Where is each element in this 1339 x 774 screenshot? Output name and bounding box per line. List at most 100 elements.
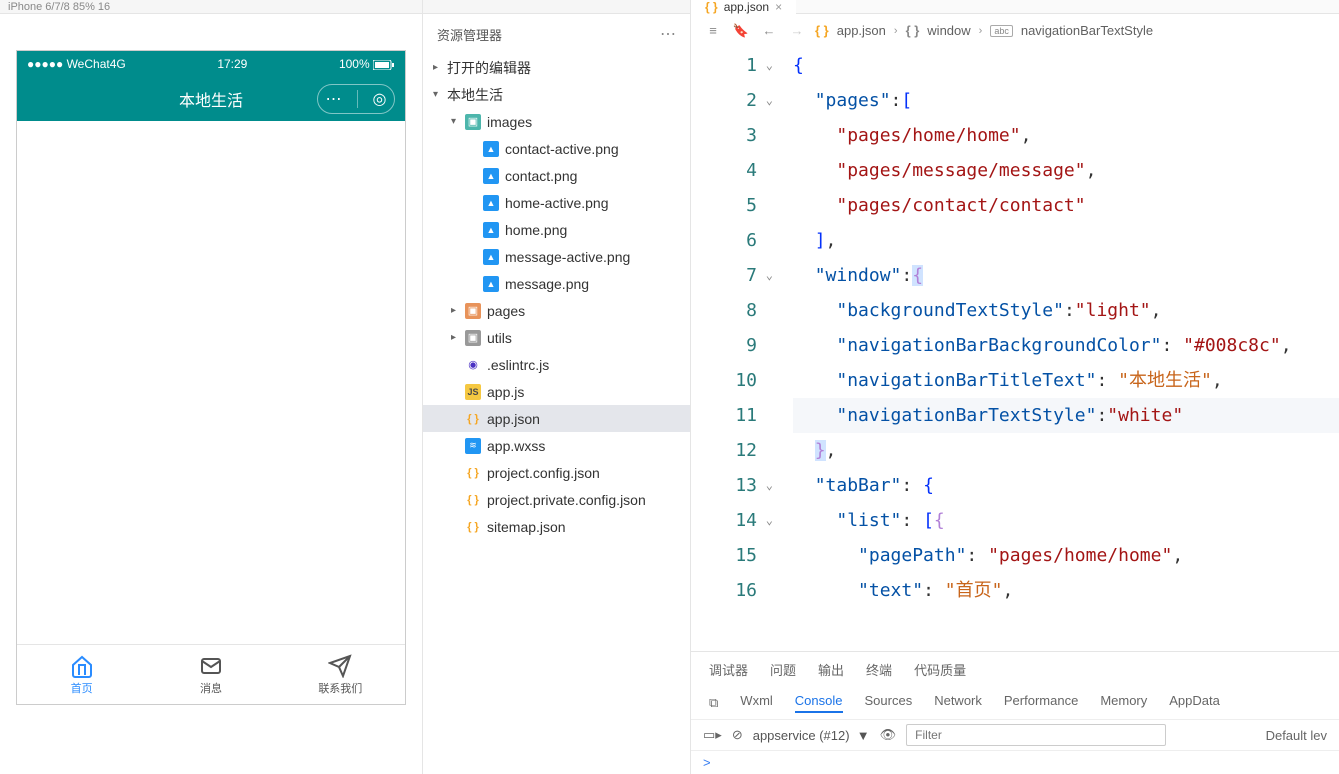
level-select[interactable]: Default lev (1266, 728, 1327, 743)
file-message.png[interactable]: ▲message.png (423, 270, 690, 297)
file-contact.png[interactable]: ▲contact.png (423, 162, 690, 189)
forward-icon[interactable]: → (787, 23, 807, 38)
device-selector[interactable]: iPhone 6/7/8 85% 16 (8, 1, 110, 13)
folder-icon: ▣ (465, 114, 481, 130)
editor-tab-appjson[interactable]: { } app.json × (691, 0, 796, 14)
tab-消息[interactable]: 消息 (146, 645, 275, 704)
file-contact-active.png[interactable]: ▲contact-active.png (423, 135, 690, 162)
phone-navbar: 本地生活 ⋯ ◎ (17, 77, 405, 121)
dt-sub-Network[interactable]: Network (934, 693, 982, 713)
project-root[interactable]: ▾本地生活 (423, 81, 690, 108)
dt-sub-Sources[interactable]: Sources (865, 693, 913, 713)
dt-tab-终端[interactable]: 终端 (866, 660, 892, 679)
tab-首页[interactable]: 首页 (17, 645, 146, 704)
devtools-tabs-sub: ⧉ Wxml Console Sources Network Performance Me… (691, 687, 1339, 719)
image-icon: ▲ (483, 195, 499, 211)
dt-sub-Performance[interactable]: Performance (1004, 693, 1078, 713)
dt-tab-代码质量[interactable]: 代码质量 (914, 660, 966, 679)
time-label: 17:29 (217, 57, 247, 71)
crumb-file[interactable]: app.json (837, 23, 886, 38)
list-icon[interactable]: ≡ (703, 23, 723, 38)
dock-icon[interactable]: ⧉ (709, 695, 718, 711)
image-icon: ▲ (483, 168, 499, 184)
close-tab-icon[interactable]: × (775, 0, 782, 14)
dt-tab-输出[interactable]: 输出 (818, 660, 844, 679)
fold-icon[interactable]: ⌄ (766, 48, 773, 83)
json-icon: { } (465, 519, 481, 535)
file-.eslintrc.js[interactable]: ◉.eslintrc.js (423, 351, 690, 378)
folder-icon: ▣ (465, 303, 481, 319)
console-prompt[interactable]: > (691, 751, 1339, 774)
tab-label: app.json (724, 0, 769, 14)
image-icon: ▲ (483, 249, 499, 265)
code-area[interactable]: 1⌄2⌄34567⌄8910111213⌄14⌄1516 { "pages":[… (691, 48, 1339, 651)
editor-panel: { } app.json × ≡ 🔖 ← → { } app.json › { … (691, 0, 1339, 774)
devtools-tabs-top: 调试器 问题 输出 终端 代码质量 (691, 652, 1339, 687)
js-icon: JS (465, 384, 481, 400)
play-icon[interactable]: ▭▸ (703, 727, 722, 743)
capsule-button[interactable]: ⋯ ◎ (317, 84, 395, 114)
crumb-prop[interactable]: navigationBarTextStyle (1021, 23, 1153, 38)
json-icon: { } (815, 23, 829, 38)
file-sitemap.json[interactable]: { }sitemap.json (423, 513, 690, 540)
crumb-window[interactable]: window (927, 23, 970, 38)
phone-tabbar: 首页消息联系我们 (17, 644, 405, 704)
image-icon: ▲ (483, 222, 499, 238)
file-app.json[interactable]: { }app.json (423, 405, 690, 432)
file-app.wxss[interactable]: ≋app.wxss (423, 432, 690, 459)
file-app.js[interactable]: JSapp.js (423, 378, 690, 405)
bookmark-icon[interactable]: 🔖 (731, 23, 751, 39)
json-icon: { } (465, 492, 481, 508)
explorer-more-icon[interactable]: ⋯ (660, 24, 676, 44)
capsule-close-icon[interactable]: ◎ (373, 89, 387, 109)
capsule-menu-icon[interactable]: ⋯ (326, 89, 342, 109)
console-toolbar: ▭▸ ⊘ appservice (#12) ▼ 👁 Default lev (691, 719, 1339, 751)
brace-icon: { } (906, 23, 920, 38)
back-icon[interactable]: ← (759, 23, 779, 38)
filter-input[interactable] (906, 724, 1166, 746)
folder-images[interactable]: ▾▣images (423, 108, 690, 135)
folder-utils[interactable]: ▸▣utils (423, 324, 690, 351)
capsule-divider (357, 90, 358, 108)
file-project.private.config.json[interactable]: { }project.private.config.json (423, 486, 690, 513)
json-icon: { } (705, 0, 718, 14)
dt-sub-Wxml[interactable]: Wxml (740, 693, 773, 713)
file-message-active.png[interactable]: ▲message-active.png (423, 243, 690, 270)
json-icon: { } (465, 411, 481, 427)
open-editors-section[interactable]: ▸打开的编辑器 (423, 54, 690, 81)
text-icon: abc (990, 25, 1013, 37)
json-icon: { } (465, 465, 481, 481)
eslint-icon: ◉ (465, 357, 481, 373)
file-home-active.png[interactable]: ▲home-active.png (423, 189, 690, 216)
fold-icon[interactable]: ⌄ (766, 503, 773, 538)
folder-icon: ▣ (465, 330, 481, 346)
file-home.png[interactable]: ▲home.png (423, 216, 690, 243)
dt-tab-问题[interactable]: 问题 (770, 660, 796, 679)
explorer-header: 资源管理器 ⋯ (423, 14, 690, 54)
folder-pages[interactable]: ▸▣pages (423, 297, 690, 324)
breadcrumb[interactable]: ≡ 🔖 ← → { } app.json › { } window › abc … (691, 14, 1339, 48)
explorer-panel: 资源管理器 ⋯ ▸打开的编辑器 ▾本地生活 ▾▣images ▲contact-… (423, 0, 691, 774)
phone-body (17, 121, 405, 644)
carrier-label: ●●●●● WeChat4G (27, 57, 126, 71)
tab-联系我们[interactable]: 联系我们 (276, 645, 405, 704)
scope-select[interactable]: appservice (#12) ▼ (753, 728, 870, 743)
clear-icon[interactable]: ⊘ (732, 727, 743, 743)
dt-sub-AppData[interactable]: AppData (1169, 693, 1220, 713)
simulator-panel: iPhone 6/7/8 85% 16 ●●●●● WeChat4G 17:29… (0, 0, 423, 774)
file-project.config.json[interactable]: { }project.config.json (423, 459, 690, 486)
dt-tab-调试器[interactable]: 调试器 (709, 660, 748, 679)
phone-frame: ●●●●● WeChat4G 17:29 100% 本地生活 ⋯ ◎ 首页消息联… (16, 50, 406, 705)
fold-icon[interactable]: ⌄ (766, 83, 773, 118)
explorer-title: 资源管理器 (437, 25, 502, 44)
image-icon: ▲ (483, 276, 499, 292)
wxss-icon: ≋ (465, 438, 481, 454)
eye-icon[interactable]: 👁 (880, 727, 897, 743)
fold-icon[interactable]: ⌄ (766, 258, 773, 293)
dt-sub-Memory[interactable]: Memory (1100, 693, 1147, 713)
image-icon: ▲ (483, 141, 499, 157)
fold-icon[interactable]: ⌄ (766, 468, 773, 503)
simulator-toolbar: iPhone 6/7/8 85% 16 (0, 0, 422, 14)
phone-statusbar: ●●●●● WeChat4G 17:29 100% (17, 51, 405, 77)
dt-sub-Console[interactable]: Console (795, 693, 843, 713)
